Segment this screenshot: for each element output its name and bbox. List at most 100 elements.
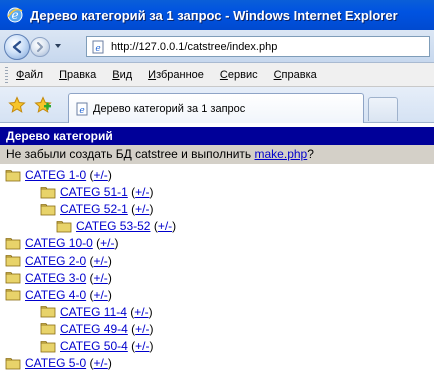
toggle-link[interactable]: +/- (93, 288, 107, 302)
menu-file[interactable]: Файл (16, 69, 43, 81)
toggle-paren: ) (114, 236, 119, 251)
menu-tools[interactable]: Сервис (220, 69, 258, 81)
title-bar[interactable]: e Дерево категорий за 1 запрос - Windows… (0, 0, 434, 30)
toggle-paren: ( (86, 168, 94, 182)
toggle-link[interactable]: +/- (93, 271, 107, 285)
toggle-link[interactable]: +/- (135, 339, 149, 353)
tab-current[interactable]: e Дерево категорий за 1 запрос (68, 93, 364, 123)
folder-icon (40, 340, 56, 352)
make-php-link[interactable]: make.php (255, 147, 308, 161)
folder-icon (56, 220, 72, 233)
folder-icon (5, 255, 21, 267)
folder-icon (40, 306, 56, 318)
tab-label: Дерево категорий за 1 запрос (93, 102, 246, 115)
toggle-paren: ( (86, 270, 94, 285)
toggle-paren: ) (149, 321, 154, 336)
page-icon: e (76, 102, 88, 116)
toggle-link[interactable]: +/- (93, 356, 107, 370)
address-input[interactable]: e http://127.0.0.1/catstree/index.php (86, 36, 430, 57)
tree-node: CATEG 1-0 (+/-) (5, 166, 112, 184)
tree-node: CATEG 50-4 (+/-) (40, 337, 154, 355)
toggle-paren: ) (107, 356, 112, 371)
category-link[interactable]: CATEG 51-1 (60, 185, 128, 199)
window-title: Дерево категорий за 1 запрос - Windows I… (30, 7, 398, 23)
toggle-paren: ) (149, 185, 154, 200)
toggle-paren: ) (148, 304, 153, 319)
toggle-paren: ( (150, 219, 158, 234)
folder-icon (5, 169, 21, 181)
menu-help[interactable]: Справка (274, 69, 317, 81)
ie-logo-icon: e (7, 7, 23, 23)
toggle-paren: ) (149, 202, 154, 217)
folder-icon (5, 237, 21, 250)
category-link[interactable]: CATEG 4-0 (25, 288, 86, 302)
address-url: http://127.0.0.1/catstree/index.php (111, 40, 278, 53)
toggle-paren: ) (172, 219, 177, 234)
page-content: Дерево категорий Не забыли создать БД ca… (0, 124, 434, 371)
toggle-link[interactable]: +/- (135, 185, 149, 199)
toggle-link[interactable]: +/- (100, 236, 114, 250)
category-link[interactable]: CATEG 1-0 (25, 168, 86, 182)
category-link[interactable]: CATEG 10-0 (25, 236, 93, 250)
toggle-paren: ( (86, 253, 94, 268)
category-link[interactable]: CATEG 3-0 (25, 271, 86, 285)
toggle-link[interactable]: +/- (93, 254, 107, 268)
arrow-right-icon (37, 42, 43, 52)
toggle-paren: ( (92, 236, 101, 251)
menu-grip (5, 66, 8, 83)
tree-node: CATEG 49-4 (+/-) (40, 320, 154, 338)
menu-favorites[interactable]: Избранное (148, 69, 204, 81)
toggle-paren: ( (127, 185, 136, 200)
toggle-link[interactable]: +/- (134, 305, 148, 319)
category-link[interactable]: CATEG 53-52 (76, 219, 150, 233)
tree-node: CATEG 2-0 (+/-) (5, 252, 112, 270)
toggle-link[interactable]: +/- (93, 168, 107, 182)
tabs-bar: e Дерево категорий за 1 запрос (0, 87, 434, 123)
tree-node: CATEG 10-0 (+/-) (5, 234, 119, 252)
category-link[interactable]: CATEG 52-1 (60, 202, 128, 216)
menu-bar: Файл Правка Вид Избранное Сервис Справка (0, 63, 434, 87)
back-button[interactable] (4, 34, 30, 60)
toggle-link[interactable]: +/- (135, 322, 149, 336)
tree-node: CATEG 53-52 (+/-) (56, 217, 176, 235)
folder-icon (5, 289, 21, 301)
forward-button[interactable] (30, 37, 50, 57)
arrow-left-icon (12, 40, 22, 54)
menu-edit[interactable]: Правка (59, 69, 96, 81)
tree-node: CATEG 5-0 (+/-) (5, 354, 112, 371)
add-favorite-icon[interactable] (34, 96, 52, 114)
toggle-paren: ( (126, 304, 135, 319)
menu-view[interactable]: Вид (112, 69, 132, 81)
category-link[interactable]: CATEG 49-4 (60, 322, 128, 336)
svg-text:e: e (79, 106, 84, 116)
toggle-paren: ( (86, 287, 94, 302)
folder-icon (40, 323, 56, 335)
favorites-star-icon[interactable] (8, 96, 26, 114)
toggle-paren: ( (86, 356, 94, 371)
toggle-paren: ) (107, 270, 112, 285)
toggle-paren: ( (127, 339, 136, 353)
toggle-paren: ) (107, 253, 112, 268)
toggle-link[interactable]: +/- (135, 202, 149, 216)
tree-node: CATEG 4-0 (+/-) (5, 286, 112, 304)
folder-icon (40, 186, 56, 198)
toggle-paren: ( (127, 202, 136, 217)
svg-text:e: e (95, 44, 100, 54)
folder-icon (40, 203, 56, 216)
folder-icon (5, 272, 21, 284)
page-icon: e (92, 40, 104, 54)
page-title: Дерево категорий (0, 127, 434, 145)
toggle-paren: ( (127, 321, 136, 336)
category-link[interactable]: CATEG 5-0 (25, 356, 86, 370)
history-dropdown-icon[interactable] (53, 41, 63, 51)
navigation-bar: e http://127.0.0.1/catstree/index.php (0, 30, 434, 63)
category-link[interactable]: CATEG 11-4 (60, 305, 127, 319)
toggle-paren: ) (107, 168, 112, 182)
tree-node: CATEG 11-4 (+/-) (40, 303, 153, 321)
category-link[interactable]: CATEG 50-4 (60, 339, 128, 353)
category-link[interactable]: CATEG 2-0 (25, 254, 86, 268)
setup-notice: Не забыли создать БД catstree и выполнит… (0, 145, 434, 164)
new-tab-button[interactable] (368, 97, 398, 121)
toggle-link[interactable]: +/- (158, 219, 172, 233)
tree-node: CATEG 3-0 (+/-) (5, 269, 112, 287)
